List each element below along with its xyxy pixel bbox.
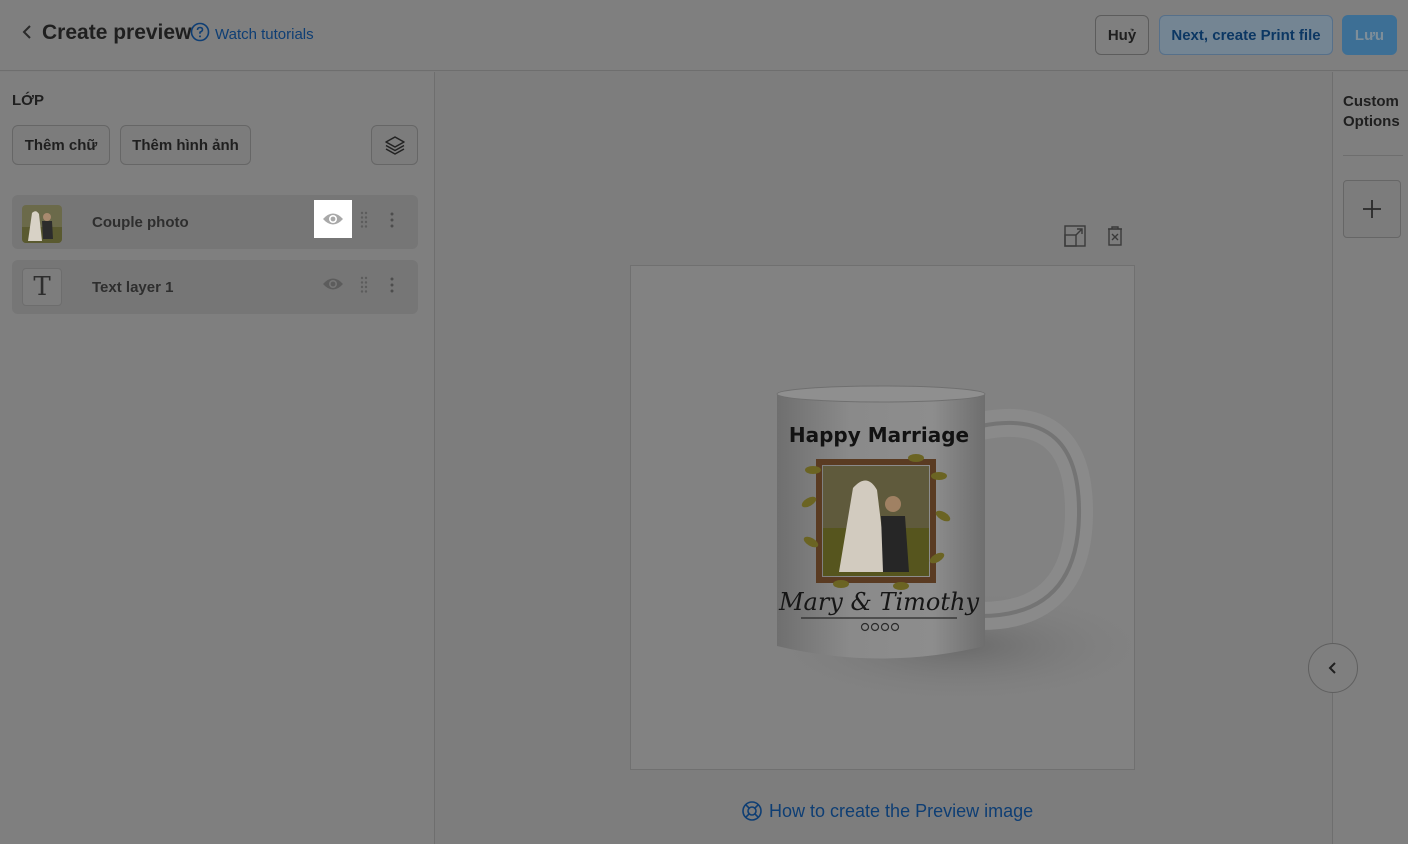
delete-image-icon[interactable] [1103,224,1127,248]
cancel-button[interactable]: Huỷ [1095,15,1149,55]
drag-handle-icon[interactable] [358,275,370,295]
save-button[interactable]: Lưu [1342,15,1397,55]
custom-options-title-line2: Options [1343,113,1400,130]
collapse-panel-button[interactable] [1308,643,1358,693]
layer-name: Text layer 1 [92,279,174,296]
layer-row-text-layer[interactable]: T Text layer 1 [12,260,418,314]
page-title: Create preview [42,21,192,44]
preview-help-link[interactable]: How to create the Preview image [741,800,1033,822]
visibility-toggle[interactable] [314,200,352,238]
next-create-print-file-button[interactable]: Next, create Print file [1159,15,1333,55]
lifebuoy-icon [742,801,762,821]
eye-icon [323,278,343,290]
chevron-left-icon[interactable] [18,22,38,42]
divider [1343,155,1403,156]
replace-image-icon[interactable] [1063,224,1087,248]
add-image-button[interactable]: Thêm hình ảnh [120,125,251,165]
mug-names-text: Mary & Timothy [778,588,980,616]
preview-image: Happy Marriage Mary & Timothy [630,265,1135,770]
mug-title-text: Happy Marriage [789,423,969,447]
layers-heading: LỚP [12,92,44,109]
help-circle-icon[interactable] [190,22,210,42]
add-custom-option-button[interactable] [1343,180,1401,238]
preview-help-text: How to create the Preview image [769,800,1034,821]
more-vertical-icon[interactable] [386,275,398,295]
couple-photo-thumbnail [22,205,62,243]
drag-handle-icon[interactable] [358,210,370,230]
plus-icon [1363,200,1381,218]
canvas-area: Happy Marriage Mary & Timothy How to cre… [436,72,1332,844]
custom-options-title-line1: Custom [1343,93,1399,110]
watch-tutorials-link[interactable]: Watch tutorials [215,26,314,43]
layer-name: Couple photo [92,214,189,231]
visibility-toggle[interactable] [314,265,352,303]
more-vertical-icon[interactable] [386,210,398,230]
layers-icon [384,136,405,155]
add-text-button[interactable]: Thêm chữ [12,125,110,165]
eye-icon [323,213,343,225]
layers-toggle-button[interactable] [371,125,418,165]
header-bar: Create preview Watch tutorials Huỷ Next,… [0,0,1408,71]
custom-options-panel: Custom Options [1332,72,1408,844]
custom-options-title: Custom Options [1343,92,1405,132]
chevron-left-icon [1328,662,1336,674]
layers-panel: LỚP Thêm chữ Thêm hình ảnh Couple photo [0,72,435,844]
layer-row-couple-photo[interactable]: Couple photo [12,195,418,249]
mug-preview: Happy Marriage Mary & Timothy [761,385,1134,706]
text-layer-icon: T [22,268,62,306]
